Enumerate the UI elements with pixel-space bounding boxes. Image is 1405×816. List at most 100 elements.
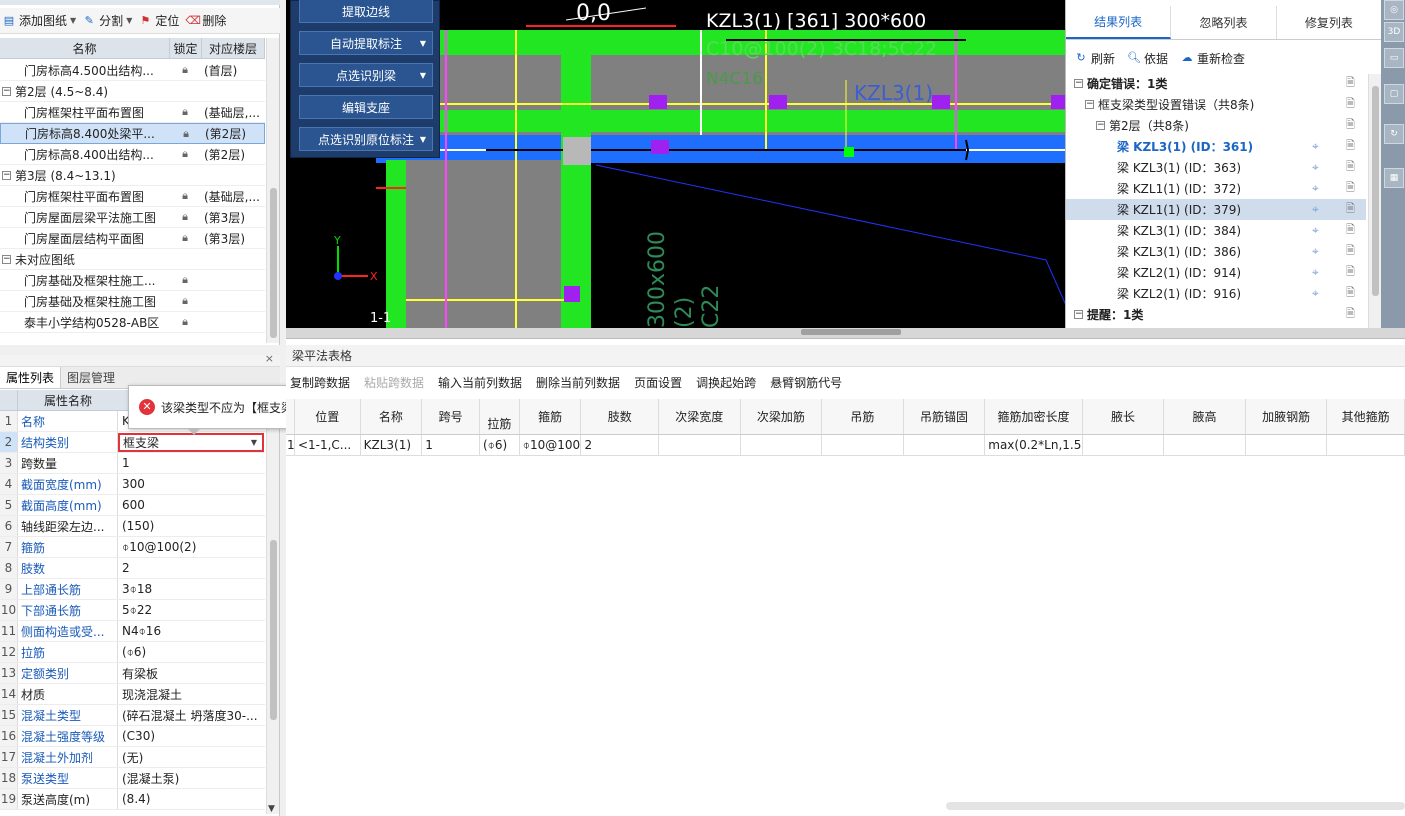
splitter-grip[interactable] bbox=[801, 329, 901, 335]
document-icon[interactable]: 🗎 bbox=[1346, 95, 1355, 114]
property-value[interactable]: 1 bbox=[118, 456, 265, 470]
table-cell[interactable]: (⌽6) bbox=[480, 435, 520, 455]
results-scrollbar[interactable] bbox=[1368, 74, 1381, 328]
table-column-header[interactable]: 腋长 bbox=[1083, 399, 1165, 434]
property-value[interactable]: (⌽6) bbox=[118, 645, 265, 660]
property-value[interactable]: (8.4) bbox=[118, 792, 265, 806]
table-cell[interactable] bbox=[822, 435, 904, 455]
table-column-header[interactable]: 次梁加筋 bbox=[741, 399, 823, 434]
property-value[interactable]: 现浇混凝土 bbox=[118, 686, 265, 703]
document-icon[interactable]: 🗎 bbox=[1346, 179, 1355, 198]
results-tab[interactable]: 修复列表 bbox=[1277, 6, 1382, 39]
horizontal-splitter[interactable] bbox=[286, 328, 1405, 338]
result-item[interactable]: 梁 KZL1(1) (ID：372) ⌖ 🗎 bbox=[1066, 178, 1366, 199]
scrollbar-thumb[interactable] bbox=[270, 188, 277, 338]
result-item[interactable]: 梁 KZL3(1) (ID：363) ⌖ 🗎 bbox=[1066, 157, 1366, 178]
property-row[interactable]: 4 截面宽度(mm) 300 bbox=[0, 474, 265, 495]
property-value[interactable]: ⌽10@100(2) bbox=[118, 540, 265, 555]
property-value[interactable]: (C30) bbox=[118, 729, 265, 743]
table-row[interactable]: 1 <1-1,C... KZL3(1) 1 (⌽6) ⌽10@100 2 max(0.2*Ln… bbox=[286, 435, 1405, 456]
lock-icon[interactable]: 🔒︎ bbox=[170, 315, 200, 329]
split-button[interactable]: ✎ 分割 ▼ bbox=[82, 12, 133, 29]
lock-icon[interactable]: 🔒︎ bbox=[170, 63, 200, 77]
table-column-header[interactable]: 位置 bbox=[295, 399, 361, 434]
table-cell[interactable] bbox=[741, 435, 823, 455]
cad-command-button[interactable]: 点选识别梁 ▼ bbox=[299, 63, 433, 87]
drawing-list-item[interactable]: − 未对应图纸 bbox=[0, 249, 265, 270]
locate-icon[interactable]: ⌖ bbox=[1312, 202, 1319, 217]
result-item[interactable]: − 提醒：1类 🗎 bbox=[1066, 304, 1366, 325]
beam-table-tool[interactable]: 悬臂钢筋代号 bbox=[770, 374, 842, 391]
rotate-icon[interactable]: ↻ bbox=[1384, 124, 1404, 144]
property-value[interactable]: N4⌽16 bbox=[118, 624, 265, 639]
property-row[interactable]: 9 上部通长筋 3⌽18 bbox=[0, 579, 265, 600]
property-row[interactable]: 17 混凝土外加剂 (无) bbox=[0, 747, 265, 768]
lock-icon[interactable]: 🔒︎ bbox=[171, 127, 201, 141]
drawing-list-item[interactable]: 泰丰小学结构0528-AB区 🔒︎ bbox=[0, 312, 265, 333]
col-floor[interactable]: 对应楼层 bbox=[202, 38, 265, 58]
property-value[interactable]: (混凝土泵) bbox=[118, 770, 265, 787]
table-column-header[interactable]: 跨号 bbox=[422, 399, 480, 434]
document-icon[interactable]: 🗎 bbox=[1346, 137, 1355, 156]
result-item[interactable]: − 框支梁类型设置错误（共8条) 🗎 bbox=[1066, 94, 1366, 115]
table-cell[interactable] bbox=[904, 435, 986, 455]
lock-icon[interactable]: 🔒︎ bbox=[170, 147, 200, 161]
beam-table-tool[interactable]: 输入当前列数据 bbox=[438, 374, 522, 391]
table-cell[interactable] bbox=[659, 435, 741, 455]
property-value[interactable]: 3⌽18 bbox=[118, 582, 265, 597]
property-row[interactable]: 8 肢数 2 bbox=[0, 558, 265, 579]
table-cell[interactable] bbox=[1246, 435, 1328, 455]
property-value[interactable]: (无) bbox=[118, 749, 265, 766]
property-row[interactable]: 16 混凝土强度等级 (C30) bbox=[0, 726, 265, 747]
table-cell[interactable] bbox=[1083, 435, 1165, 455]
drawing-list-item[interactable]: 门房标高4.500出结构... 🔒︎ (首层) bbox=[0, 60, 265, 81]
drawing-list-item[interactable]: − 第3层 (8.4~13.1) bbox=[0, 165, 265, 186]
table-column-header[interactable]: 箍筋 bbox=[520, 399, 582, 434]
lock-icon[interactable]: 🔒︎ bbox=[170, 105, 200, 119]
lock-icon[interactable]: 🔒︎ bbox=[170, 294, 200, 308]
results-tab[interactable]: 忽略列表 bbox=[1171, 6, 1277, 39]
col-lock[interactable]: 锁定 bbox=[170, 38, 202, 58]
property-value[interactable]: (碎石混凝土 坍落度30-... bbox=[118, 707, 265, 724]
collapse-icon[interactable]: − bbox=[2, 170, 11, 180]
basis-button[interactable]: 🔍︎ 依据 bbox=[1127, 50, 1168, 67]
table-column-header[interactable]: 吊筋锚固 bbox=[904, 399, 986, 434]
table-column-header[interactable]: 肢数 bbox=[581, 399, 659, 434]
property-row[interactable]: 18 泵送类型 (混凝土泵) bbox=[0, 768, 265, 789]
scrollbar-thumb[interactable] bbox=[270, 540, 277, 720]
cad-command-button[interactable]: 自动提取标注 ▼ bbox=[299, 31, 433, 55]
result-item[interactable]: 梁 KZL3(1) (ID：384) ⌖ 🗎 bbox=[1066, 220, 1366, 241]
document-icon[interactable]: 🗎 bbox=[1346, 74, 1355, 93]
cad-command-button[interactable]: 点选识别原位标注 ▼ bbox=[299, 127, 433, 151]
cad-command-button[interactable]: 提取边线 bbox=[299, 0, 433, 23]
document-icon[interactable]: 🗎 bbox=[1346, 221, 1355, 240]
table-cell[interactable]: 2 bbox=[581, 435, 660, 455]
table-column-header[interactable]: 加腋钢筋 bbox=[1246, 399, 1328, 434]
drawing-list-item[interactable]: 门房基础及框架柱施工图 🔒︎ bbox=[0, 291, 265, 312]
property-row[interactable]: 10 下部通长筋 5⌽22 bbox=[0, 600, 265, 621]
beam-table-tool[interactable]: 删除当前列数据 bbox=[536, 374, 620, 391]
lock-icon[interactable]: 🔒︎ bbox=[170, 189, 200, 203]
property-value[interactable]: 有梁板 bbox=[118, 665, 265, 682]
result-item[interactable]: − 第2层（共8条) 🗎 bbox=[1066, 115, 1366, 136]
chevron-down-icon[interactable]: ▼ bbox=[251, 438, 257, 447]
locate-button[interactable]: ⚑ 定位 bbox=[138, 12, 179, 29]
table-column-header[interactable]: 箍筋加密长度 bbox=[985, 399, 1083, 434]
table-cell[interactable]: <1-1,C... bbox=[295, 435, 361, 455]
view-top-icon[interactable]: ▭ bbox=[1384, 48, 1404, 68]
drawing-list-item[interactable]: 门房标高8.400处梁平... 🔒︎ (第2层) bbox=[0, 123, 265, 144]
property-value[interactable]: 2 bbox=[118, 561, 265, 575]
drawing-list-item[interactable]: 门房屋面层结构平面图 🔒︎ (第3层) bbox=[0, 228, 265, 249]
property-row[interactable]: 12 拉筋 (⌽6) bbox=[0, 642, 265, 663]
locate-icon[interactable]: ⌖ bbox=[1312, 286, 1319, 301]
property-value[interactable]: 600 bbox=[118, 498, 265, 512]
property-row[interactable]: 19 泵送高度(m) (8.4) bbox=[0, 789, 265, 810]
property-row[interactable]: 3 跨数量 1 bbox=[0, 453, 265, 474]
collapse-icon[interactable]: − bbox=[1074, 79, 1083, 88]
table-cell[interactable] bbox=[1164, 435, 1246, 455]
results-tab[interactable]: 结果列表 bbox=[1066, 6, 1172, 39]
document-icon[interactable]: 🗎 bbox=[1346, 242, 1355, 261]
col-name[interactable]: 名称 bbox=[0, 38, 170, 58]
table-cell[interactable]: KZL3(1) bbox=[361, 435, 423, 455]
properties-tab[interactable]: 图层管理 bbox=[61, 367, 121, 388]
